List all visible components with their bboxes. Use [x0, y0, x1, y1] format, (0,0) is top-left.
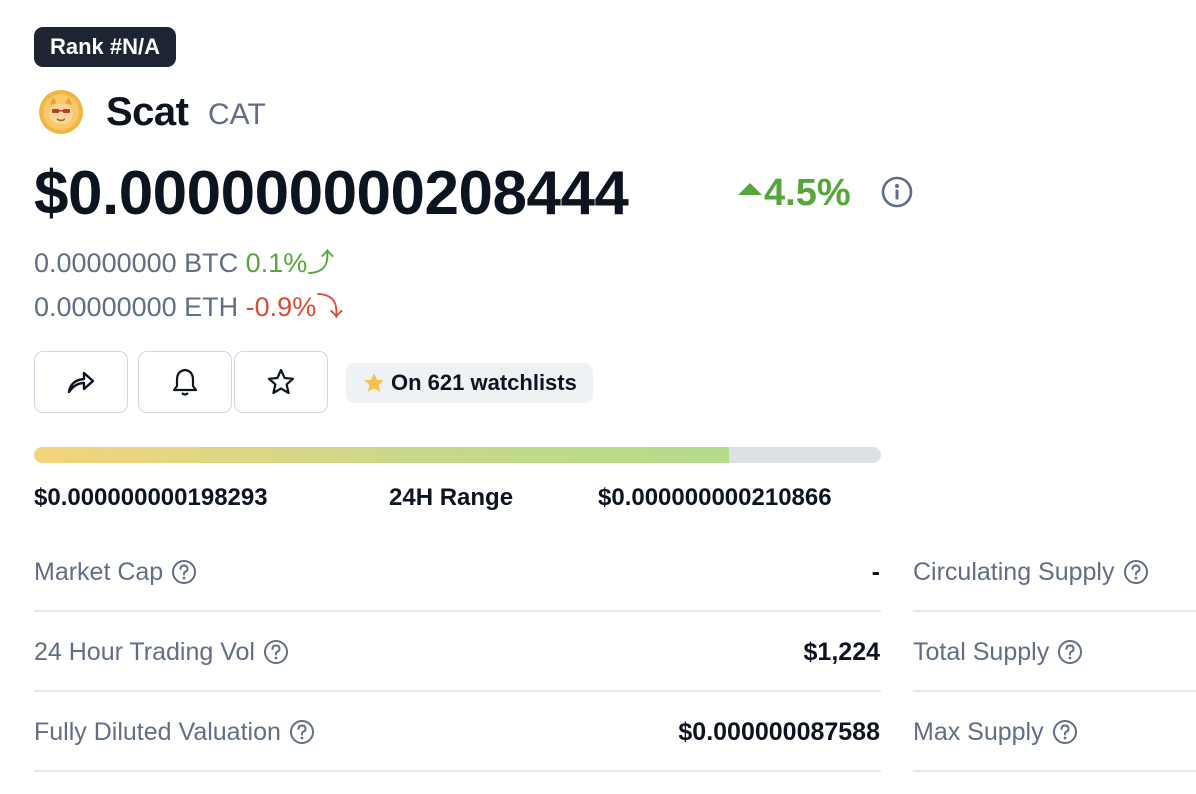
eth-value: 0.00000000 ETH [34, 292, 239, 322]
range-24h-low: $0.000000000198293 [34, 484, 268, 511]
stat-value-trading-vol: $1,224 [803, 638, 880, 666]
divider [34, 690, 881, 692]
btc-change: 0.1%⤴ [245, 248, 335, 278]
stat-label-max-supply: Max Supply [913, 715, 1078, 749]
help-icon[interactable] [1052, 719, 1078, 745]
divider [913, 610, 1196, 612]
stat-label-trading-vol: 24 Hour Trading Vol [34, 635, 289, 669]
watchlist-count-text: On 621 watchlists [391, 370, 577, 395]
price-change-24h: 4.5% [738, 170, 851, 216]
add-to-watchlist-button[interactable] [234, 351, 328, 413]
eth-change: -0.9%⤵ [245, 292, 344, 322]
cat-coin-logo-icon [39, 90, 83, 134]
stat-label-market-cap: Market Cap [34, 555, 197, 589]
rank-badge: Rank #N/A [34, 27, 177, 67]
divider [34, 610, 881, 612]
help-icon[interactable] [1057, 639, 1083, 665]
range-24h-bar [34, 447, 881, 463]
caret-up-icon [738, 182, 762, 195]
price-usd: $0.000000000208444 [34, 159, 629, 228]
stat-label-circulating-supply: Circulating Supply [913, 555, 1149, 589]
eth-conversion-row: 0.00000000 ETH -0.9%⤵ [34, 290, 343, 324]
star-filled-icon [364, 373, 384, 392]
coin-name: Scat [106, 90, 189, 134]
stat-value-market-cap: - [871, 558, 880, 586]
stat-label-total-supply: Total Supply [913, 635, 1083, 669]
coin-symbol: CAT [208, 98, 266, 131]
divider [34, 770, 881, 772]
info-icon[interactable] [880, 175, 914, 209]
price-alert-button[interactable] [138, 351, 232, 413]
star-icon [267, 368, 295, 395]
arrow-down-right-icon: ⤵ [316, 292, 344, 322]
help-icon[interactable] [171, 559, 197, 585]
watchlist-count-badge: On 621 watchlists [346, 363, 593, 403]
divider [913, 690, 1196, 692]
arrow-up-right-icon: ⤴ [307, 248, 335, 278]
help-icon[interactable] [1123, 559, 1149, 585]
range-24h-high: $0.000000000210866 [598, 484, 832, 511]
bell-icon [172, 368, 198, 396]
range-24h-label: 24H Range [389, 484, 514, 511]
help-icon[interactable] [289, 719, 315, 745]
range-24h-fill [34, 447, 729, 463]
share-button[interactable] [34, 351, 128, 413]
help-icon[interactable] [263, 639, 289, 665]
share-icon [67, 371, 95, 394]
btc-conversion-row: 0.00000000 BTC 0.1%⤴ [34, 246, 334, 280]
stat-label-fdv: Fully Diluted Valuation [34, 715, 315, 749]
divider [913, 770, 1196, 772]
stat-value-fdv: $0.000000087588 [678, 718, 880, 746]
btc-value: 0.00000000 BTC [34, 248, 239, 278]
price-change-value: 4.5% [764, 172, 851, 214]
